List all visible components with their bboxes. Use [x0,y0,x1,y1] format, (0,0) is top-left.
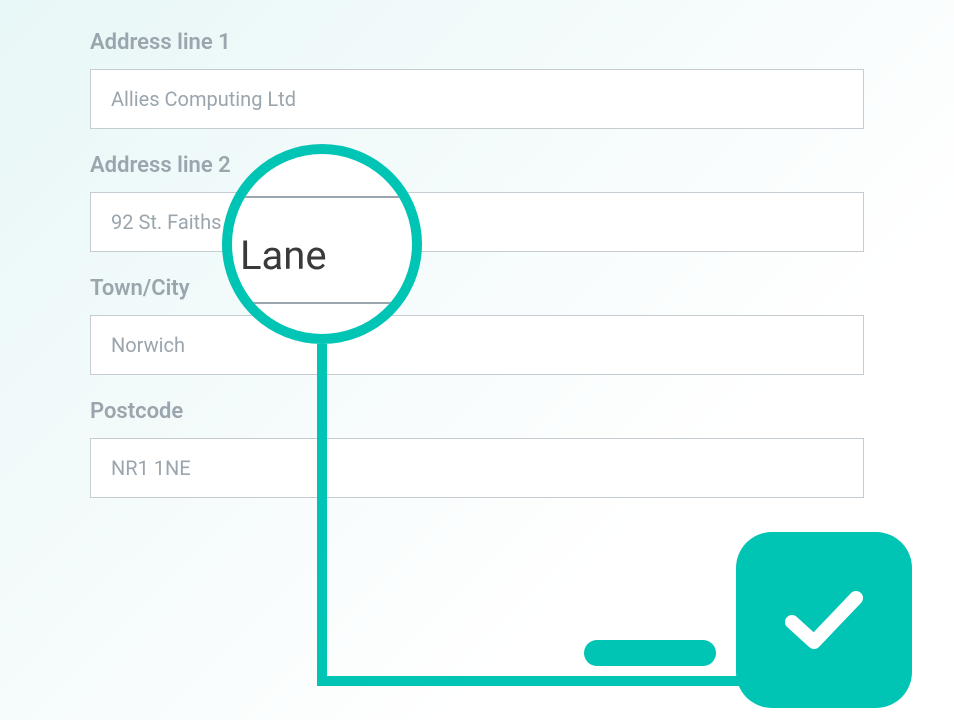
label-postcode: Postcode [90,399,864,424]
magnifier-bottom-border [232,302,412,304]
magnifier-lens: Lane [222,144,422,344]
input-postcode[interactable] [90,438,864,498]
field-postcode: Postcode [90,399,864,498]
magnifier-text: Lane [240,232,327,279]
input-town-city[interactable] [90,315,864,375]
input-address-line-2[interactable] [90,192,864,252]
connector-line-vertical [317,344,327,686]
field-address-line-2: Address line 2 [90,153,864,252]
input-address-line-1[interactable] [90,69,864,129]
label-address-line-1: Address line 1 [90,30,864,55]
accent-pill [584,640,716,666]
check-icon [774,568,874,672]
magnifier-top-border [232,196,412,198]
connector-line-horizontal [317,676,747,686]
magnifier-inner: Lane [232,154,412,334]
validation-badge [736,532,912,708]
field-address-line-1: Address line 1 [90,30,864,129]
field-town-city: Town/City [90,276,864,375]
label-address-line-2: Address line 2 [90,153,864,178]
address-form: Address line 1 Address line 2 Town/City … [0,0,954,498]
label-town-city: Town/City [90,276,864,301]
